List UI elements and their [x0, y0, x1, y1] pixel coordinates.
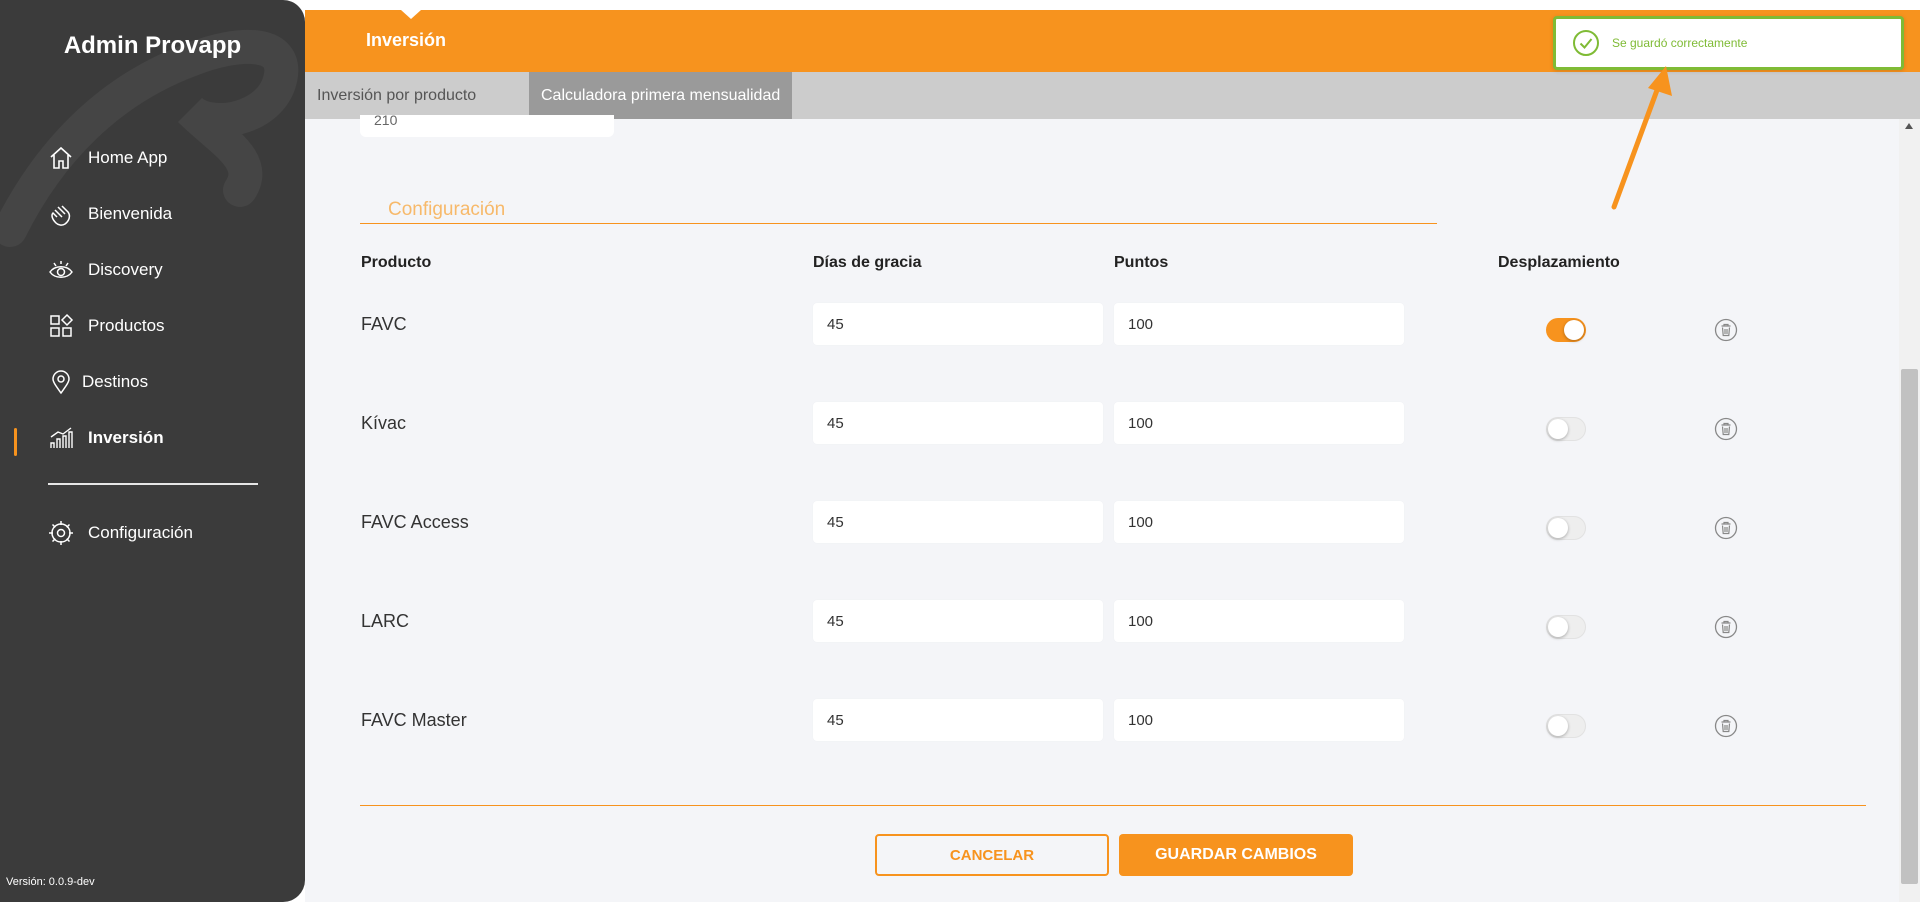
save-changes-button[interactable]: GUARDAR CAMBIOS [1119, 834, 1353, 876]
grace-days-input[interactable] [813, 600, 1103, 642]
cancel-button[interactable]: CANCELAR [875, 834, 1109, 876]
toggle-knob [1548, 419, 1568, 439]
toggle-knob [1548, 716, 1568, 736]
trash-icon[interactable] [1714, 516, 1738, 540]
row-product-name: FAVC Access [361, 512, 469, 532]
row-product-name: Kívac [361, 413, 407, 433]
toggle-knob [1564, 320, 1584, 340]
tab-inversion-por-producto[interactable]: Inversión por producto [305, 72, 488, 119]
points-input[interactable] [1114, 303, 1404, 345]
displacement-toggle[interactable] [1546, 417, 1586, 441]
sidebar-item-bienvenida[interactable]: Bienvenida [48, 198, 172, 230]
home-icon [48, 145, 74, 171]
partial-input[interactable]: 210 [360, 115, 614, 137]
active-indicator [14, 428, 17, 456]
sidebar-item-label: Destinos [82, 372, 149, 391]
row-product-name: LARC [361, 611, 410, 631]
points-input[interactable] [1114, 402, 1404, 444]
toast-message: Se guardó correctamente [1612, 36, 1748, 50]
points-input[interactable] [1114, 699, 1404, 741]
wave-hand-icon [48, 201, 74, 227]
map-pin-icon [48, 369, 74, 395]
section-divider [360, 223, 1437, 224]
col-header-grace-days: Días de gracia [813, 254, 922, 271]
eye-icon [48, 257, 74, 283]
bottom-divider [360, 805, 1866, 806]
displacement-toggle[interactable] [1546, 714, 1586, 738]
bar-chart-icon [48, 425, 74, 451]
sidebar-item-label: Inversión [88, 428, 164, 447]
sidebar-item-productos[interactable]: Productos [48, 310, 165, 342]
trash-icon[interactable] [1714, 714, 1738, 738]
toggle-knob [1548, 617, 1568, 637]
app-brand: Admin Provapp [63, 32, 242, 59]
main-content: 210 Configuración Producto Días de graci… [305, 115, 1899, 902]
vertical-scrollbar[interactable] [1899, 119, 1920, 902]
sidebar-item-label: Discovery [88, 260, 163, 279]
col-header-displacement: Desplazamiento [1498, 254, 1620, 271]
sidebar-item-inversion[interactable]: Inversión [48, 422, 164, 454]
row-product-name: FAVC Master [361, 710, 467, 730]
displacement-toggle[interactable] [1546, 615, 1586, 639]
gear-icon [48, 520, 74, 546]
version-label: Versión: 0.0.9-dev [6, 876, 95, 888]
displacement-toggle[interactable] [1546, 516, 1586, 540]
col-header-points: Puntos [1114, 254, 1169, 271]
annotation-arrow-icon [1611, 66, 1672, 210]
scroll-up-arrow-icon[interactable] [1905, 123, 1913, 129]
section-title: Configuración [388, 199, 506, 220]
points-input[interactable] [1114, 600, 1404, 642]
tab-calculadora-primera-mensualidad[interactable]: Calculadora primera mensualidad [529, 72, 793, 119]
displacement-toggle[interactable] [1546, 318, 1586, 342]
sidebar-item-label: Home App [88, 148, 168, 167]
col-header-product: Producto [361, 254, 432, 271]
scroll-thumb[interactable] [1901, 369, 1918, 884]
nav-divider [48, 483, 258, 485]
grace-days-input[interactable] [813, 402, 1103, 444]
toggle-knob [1548, 518, 1568, 538]
sidebar: Admin Provapp Home App Bienvenida Discov… [0, 0, 305, 902]
header-notch [401, 10, 421, 19]
row-product-name: FAVC [361, 314, 407, 334]
sidebar-item-label: Productos [88, 316, 165, 335]
grace-days-input[interactable] [813, 303, 1103, 345]
grace-days-input[interactable] [813, 501, 1103, 543]
sidebar-item-destinos[interactable]: Destinos [48, 366, 148, 398]
trash-icon[interactable] [1714, 318, 1738, 342]
trash-icon[interactable] [1714, 615, 1738, 639]
points-input[interactable] [1114, 501, 1404, 543]
check-circle-icon [1573, 30, 1599, 56]
page-title: Inversión [366, 30, 447, 50]
sidebar-item-configuracion[interactable]: Configuración [48, 517, 193, 549]
sidebar-item-discovery[interactable]: Discovery [48, 254, 163, 286]
sidebar-item-home-app[interactable]: Home App [48, 142, 167, 174]
trash-icon[interactable] [1714, 417, 1738, 441]
sidebar-item-label: Configuración [88, 523, 193, 542]
sidebar-item-label: Bienvenida [88, 204, 173, 223]
grace-days-input[interactable] [813, 699, 1103, 741]
grid-icon [48, 313, 74, 339]
